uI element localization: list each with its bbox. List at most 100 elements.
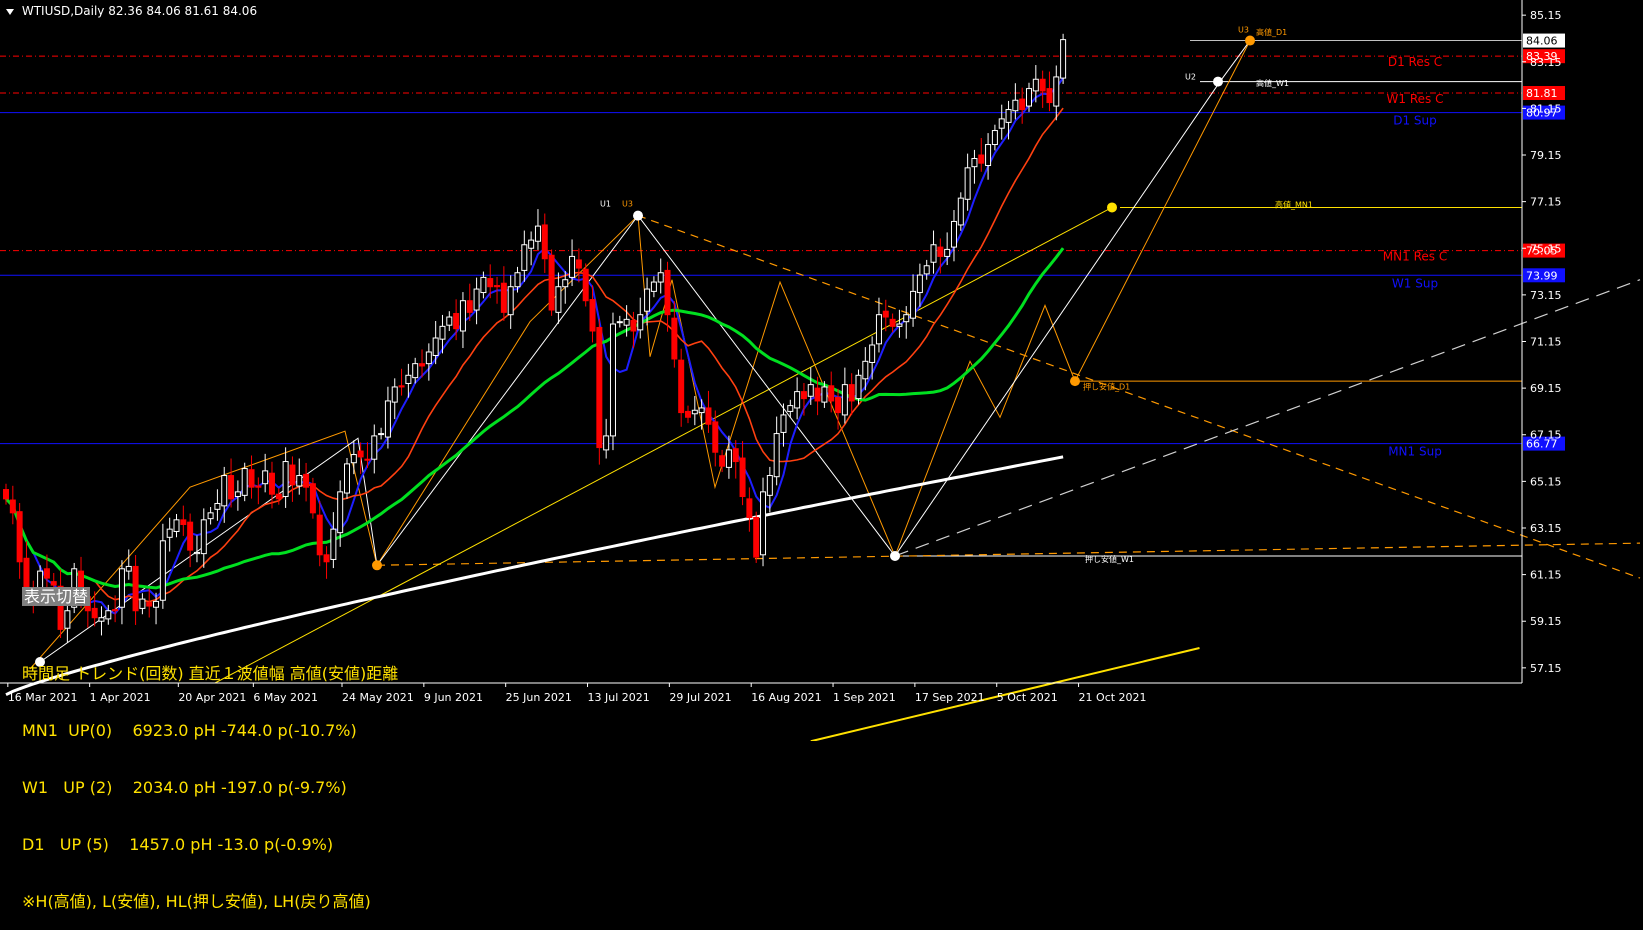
bull-candle-body: [1032, 78, 1039, 92]
bull-candle-body: [446, 316, 453, 326]
marker-label: 高値_W1: [1256, 78, 1289, 88]
bear-candle-body: [500, 282, 507, 313]
bull-candle-body: [760, 491, 767, 556]
bull-candle-body: [262, 470, 269, 485]
bull-candle-body: [555, 286, 562, 313]
bull-candle-body: [98, 617, 105, 622]
bull-candle-body: [221, 475, 228, 507]
price-tick-label: 75.15: [1530, 242, 1562, 255]
bull-candle-body: [691, 409, 698, 415]
info-line: D1 UP (5) 1457.0 pH -13.0 p(-0.9%): [22, 835, 334, 854]
bear-candle-body: [800, 391, 807, 400]
ohlc-readout: 82.36 84.06 81.61 84.06: [108, 4, 258, 18]
candle: [609, 312, 616, 451]
time-tick-label: 16 Aug 2021: [751, 691, 821, 704]
bear-candle-body: [889, 318, 896, 327]
bull-candle-body: [425, 351, 432, 365]
bear-candle-body: [398, 385, 405, 388]
bull-candle-body: [807, 384, 814, 397]
bull-candle-body: [725, 449, 732, 468]
bear-candle-body: [732, 448, 739, 463]
display-toggle-button[interactable]: 表示切替: [22, 587, 91, 606]
bear-candle-body: [268, 472, 275, 495]
time-tick-label: 21 Oct 2021: [1079, 691, 1147, 704]
bear-candle-body: [248, 469, 255, 488]
bull-candle-body: [896, 323, 903, 327]
bear-candle-body: [228, 475, 235, 500]
bear-candle-body: [1039, 78, 1046, 92]
bear-candle-body: [685, 410, 691, 418]
bull-candle-body: [930, 244, 937, 263]
bear-candle-body: [541, 224, 548, 260]
bull-candle-body: [507, 286, 514, 316]
bull-candle-body: [439, 325, 446, 340]
bull-candle-body: [916, 274, 923, 294]
candle: [753, 511, 760, 563]
time-tick-label: 9 Jun 2021: [424, 691, 483, 704]
bull-candle-body: [971, 158, 978, 168]
bear-candle-body: [303, 473, 310, 488]
bear-candle-body: [16, 511, 23, 563]
marker-label: 押し安値_D1: [1083, 381, 1130, 391]
bull-candle-body: [855, 374, 862, 400]
bull-candle-body: [787, 405, 794, 412]
level-label: W1 Sup: [1392, 276, 1438, 290]
bear-candle-body: [753, 516, 760, 558]
bear-candle-body: [671, 317, 678, 360]
bear-candle-body: [187, 521, 194, 551]
bull-candle-body: [623, 318, 630, 326]
current-price-label: 84.06: [1526, 35, 1558, 48]
info-line: W1 UP (2) 2034.0 pH -197.0 p(-9.7%): [22, 778, 347, 797]
bear-candle-body: [1019, 98, 1026, 111]
candle: [309, 477, 316, 519]
bear-candle-body: [582, 268, 589, 302]
bull-candle-body: [1053, 76, 1060, 107]
marker-label: 高値_MN1: [1275, 199, 1313, 209]
level-label: W1 Res C: [1387, 92, 1444, 106]
bull-candle-body: [534, 225, 541, 242]
swing-point-marker: [372, 560, 382, 571]
bear-candle-body: [43, 568, 50, 579]
swing-point-marker: [1107, 202, 1117, 213]
bull-candle-body: [371, 435, 378, 460]
bear-candle-body: [494, 285, 501, 288]
bull-candle-body: [862, 360, 869, 380]
price-tick-label: 61.15: [1530, 569, 1562, 582]
marker-label: U3: [622, 199, 633, 208]
time-tick-label: 13 Jul 2021: [588, 691, 650, 704]
bull-candle-body: [378, 433, 385, 436]
bear-candle-body: [739, 457, 746, 498]
bear-candle-body: [746, 498, 753, 518]
bear-candle-body: [180, 519, 187, 525]
bear-candle-body: [848, 384, 855, 402]
bear-candle-body: [630, 320, 637, 332]
chart-title: WTIUSD,Daily 82.36 84.06 81.61 84.06: [6, 4, 257, 18]
marker-label: 押し安値_W1: [1085, 554, 1134, 564]
caret-down-icon[interactable]: [6, 8, 14, 15]
bear-candle-body: [937, 246, 944, 257]
bull-candle-body: [773, 433, 780, 478]
swing-point-marker: [1245, 35, 1255, 46]
bull-candle-body: [657, 272, 664, 283]
marker-label: U2: [1185, 72, 1196, 81]
bull-candle-body: [964, 167, 971, 200]
price-tick-label: 59.15: [1530, 615, 1562, 628]
bull-candle-body: [105, 610, 112, 620]
bear-candle-body: [23, 557, 30, 591]
bull-candle-body: [1060, 39, 1067, 79]
bear-candle-body: [835, 396, 842, 414]
bull-candle-body: [207, 512, 214, 520]
bear-candle-body: [9, 499, 16, 514]
level-label: D1 Sup: [1393, 114, 1437, 128]
bull-candle-body: [193, 551, 200, 555]
level-label: D1 Res C: [1388, 55, 1442, 69]
bull-candle-body: [473, 288, 480, 311]
bull-candle-body: [698, 407, 705, 414]
bull-candle-body: [998, 118, 1005, 129]
bull-candle-body: [650, 281, 657, 292]
bull-candle-body: [337, 491, 344, 534]
bear-candle-body: [112, 609, 119, 612]
bull-candle-body: [1026, 88, 1032, 107]
level-label: MN1 Res C: [1383, 250, 1447, 264]
bull-candle-body: [330, 528, 337, 560]
